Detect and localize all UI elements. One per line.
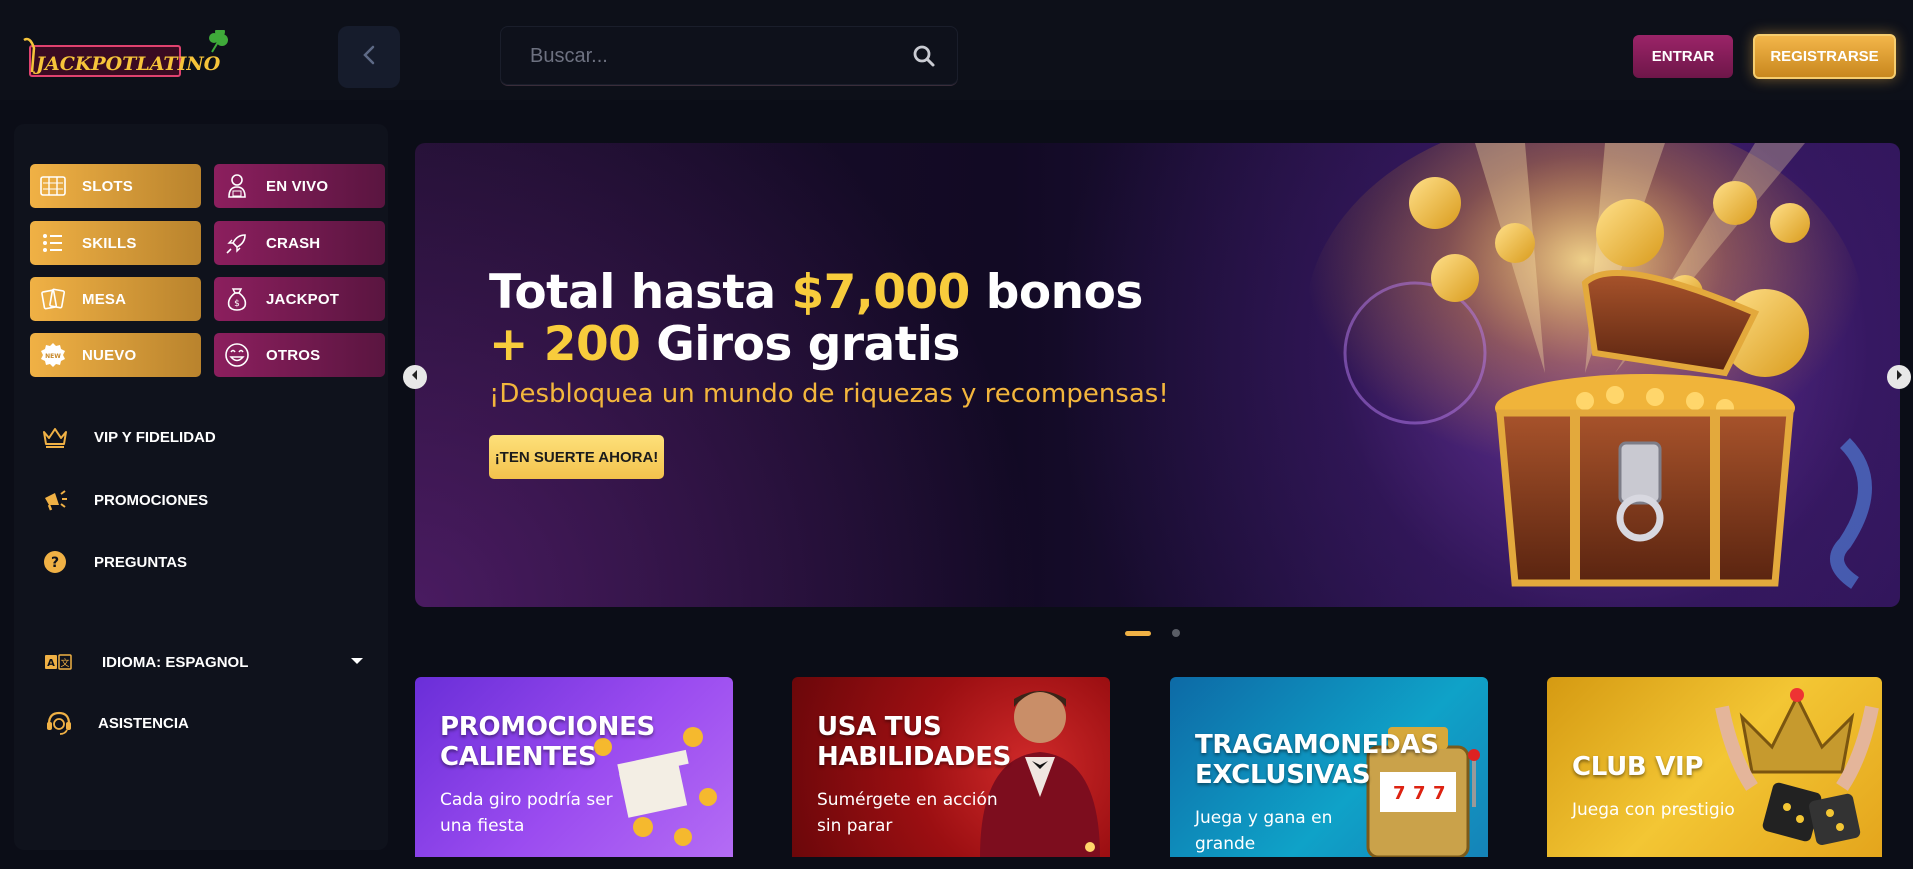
new-badge-icon: NEW [38,340,68,370]
caret-down-icon [350,653,364,671]
category-jackpot[interactable]: $ JACKPOT [214,277,385,321]
category-label: OTROS [266,346,321,364]
translate-icon: A文 [44,653,74,671]
carousel-dot-active[interactable] [1125,631,1151,636]
question-icon: ? [40,547,70,577]
card-title: USA TUS HABILIDADES [817,712,1012,772]
banner-spins-amount: + 200 [489,317,641,372]
live-dealer-icon [222,171,252,201]
card-description: Juega y gana en grande [1195,808,1333,854]
card-description: Juega con prestigio [1572,800,1735,820]
search-icon[interactable] [912,44,936,68]
headset-icon [44,708,74,738]
smiley-icon [222,340,252,370]
menu-item-asistencia[interactable]: ASISTENCIA [44,708,374,738]
category-skills[interactable]: SKILLS [30,221,201,265]
megaphone-icon [40,485,70,515]
login-button[interactable]: ENTRAR [1633,35,1733,78]
category-en-vivo[interactable]: EN VIVO [214,164,385,208]
carousel-prev-button[interactable] [403,365,427,389]
card-title: CLUB VIP [1572,752,1704,782]
svg-text:?: ? [51,555,59,571]
menu-label: PREGUNTAS [94,553,188,571]
slot-machine-icon [38,171,68,201]
menu-item-vip[interactable]: VIP Y FIDELIDAD [40,422,370,452]
search-bar [500,26,958,86]
language-selector[interactable]: A文 IDIOMA: ESPAGNOL [44,647,364,677]
chevron-left-icon [361,45,377,70]
crown-dice-image [1715,688,1879,845]
category-label: CRASH [266,234,321,252]
category-label: JACKPOT [266,290,340,308]
category-mesa[interactable]: MESA [30,277,201,321]
svg-text:JACKPOTLATINO: JACKPOTLATINO [33,53,221,75]
banner-title-text: Total hasta [489,265,792,320]
list-icon [38,228,68,258]
card-title: TRAGAMONEDAS EXCLUSIVAS [1195,730,1439,790]
search-input[interactable] [530,26,890,86]
promo-card-slots[interactable]: 7 7 7 TRAGAMONEDAS EXCLUSIVAS Juega y gan… [1170,677,1488,857]
banner-subtitle: ¡Desbloquea un mundo de riquezas y recom… [489,379,1169,409]
category-label: NUEVO [82,346,137,364]
carousel-dot[interactable] [1172,629,1180,637]
menu-label: PROMOCIONES [94,491,209,509]
crown-icon [40,422,70,452]
category-label: SLOTS [82,177,134,195]
category-otros[interactable]: OTROS [214,333,385,377]
category-label: EN VIVO [266,177,329,195]
sidebar-collapse-button[interactable] [338,26,400,88]
hero-banner[interactable]: Total hasta $7,000 bonos + 200 Giros gra… [415,143,1900,607]
category-crash[interactable]: CRASH [214,221,385,265]
card-title: PROMOCIONES CALIENTES [440,712,655,772]
svg-text:$: $ [234,299,240,309]
money-bag-icon: $ [222,284,252,314]
category-nuevo[interactable]: NEW NUEVO [30,333,201,377]
banner-title: Total hasta $7,000 bonos + 200 Giros gra… [489,267,1143,371]
sidebar: SLOTS EN VIVO SKILLS CRASH MESA $ JACKPO… [14,124,388,850]
language-label: IDIOMA: ESPAGNOL [102,653,249,671]
svg-text:文: 文 [60,657,69,669]
svg-text:NEW: NEW [45,353,61,360]
top-header: JACKPOTLATINO ENTRAR REGISTRARSE [0,0,1913,100]
banner-title-text: bonos [969,265,1144,320]
rocket-icon [222,228,252,258]
category-label: SKILLS [82,234,137,252]
svg-text:A: A [47,658,55,669]
card-description: Cada giro podría ser una fiesta [440,790,613,836]
brand-logo[interactable]: JACKPOTLATINO [22,27,232,84]
banner-title-text: Giros gratis [640,317,960,372]
menu-label: VIP Y FIDELIDAD [94,428,216,446]
menu-item-preguntas[interactable]: ? PREGUNTAS [40,547,370,577]
chevron-left-icon [409,368,421,386]
category-label: MESA [82,290,127,308]
cards-icon [38,284,68,314]
menu-label: ASISTENCIA [98,714,189,732]
carousel-next-button[interactable] [1887,365,1911,389]
register-button[interactable]: REGISTRARSE [1753,34,1896,79]
promo-card-skills[interactable]: USA TUS HABILIDADES Sumérgete en acción s… [792,677,1110,857]
promo-card-vip[interactable]: CLUB VIP Juega con prestigio [1547,677,1882,857]
card-description: Sumérgete en acción sin parar [817,790,998,836]
promo-card-hot[interactable]: PROMOCIONES CALIENTES Cada giro podría se… [415,677,733,857]
category-slots[interactable]: SLOTS [30,164,201,208]
banner-bonus-amount: $7,000 [791,265,970,320]
menu-item-promociones[interactable]: PROMOCIONES [40,485,370,515]
treasure-chest-image [1305,143,1872,589]
chevron-right-icon [1893,368,1905,386]
banner-cta-button[interactable]: ¡TEN SUERTE AHORA! [489,435,664,479]
